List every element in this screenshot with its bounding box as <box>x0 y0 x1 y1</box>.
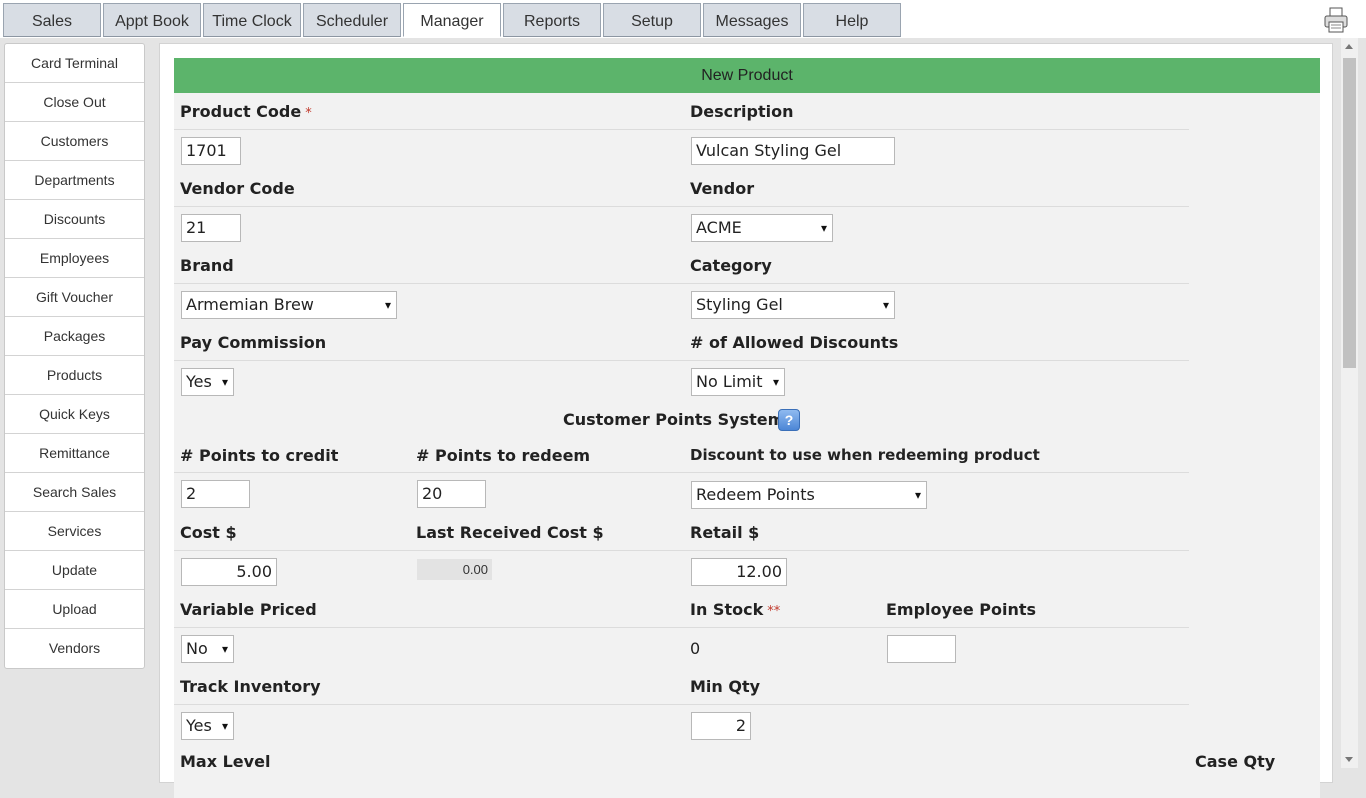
sidebar-item-close-out[interactable]: Close Out <box>5 83 144 122</box>
new-product-form: New Product Product Code * Description 17… <box>174 58 1320 798</box>
min-qty-input[interactable]: 2 <box>691 712 751 740</box>
vendor-select[interactable]: ACME <box>691 214 833 242</box>
max-level-label: Max Level <box>180 752 271 771</box>
last-received-cost-value: 0.00 <box>417 559 492 580</box>
points-section-title: Customer Points System <box>563 410 785 429</box>
allowed-discounts-select[interactable]: No Limit <box>691 368 785 396</box>
track-inventory-label: Track Inventory <box>180 677 321 696</box>
vendor-code-label: Vendor Code <box>180 179 295 198</box>
category-select[interactable]: Styling Gel <box>691 291 895 319</box>
sidebar-item-packages[interactable]: Packages <box>5 317 144 356</box>
scroll-up-icon[interactable] <box>1345 44 1353 49</box>
category-label: Category <box>690 256 772 275</box>
in-stock-label: In Stock ** <box>690 600 781 619</box>
sidebar-item-services[interactable]: Services <box>5 512 144 551</box>
product-code-input[interactable]: 1701 <box>181 137 241 165</box>
vendor-select-value: ACME <box>696 218 742 237</box>
cost-label: Cost $ <box>180 523 237 542</box>
last-received-cost-label: Last Received Cost $ <box>416 523 604 542</box>
track-inventory-select-value: Yes <box>186 716 212 735</box>
sidebar-item-discounts[interactable]: Discounts <box>5 200 144 239</box>
tab-setup[interactable]: Setup <box>603 3 701 37</box>
points-redeem-label: # Points to redeem <box>416 446 591 465</box>
in-stock-value: 0 <box>690 639 701 658</box>
employee-points-label: Employee Points <box>886 600 1036 619</box>
divider <box>174 472 1189 473</box>
sidebar-item-upload[interactable]: Upload <box>5 590 144 629</box>
tab-reports[interactable]: Reports <box>503 3 601 37</box>
sidebar-item-customers[interactable]: Customers <box>5 122 144 161</box>
scroll-down-icon[interactable] <box>1345 757 1353 762</box>
brand-select-value: Armemian Brew <box>186 295 314 314</box>
help-icon[interactable]: ? <box>778 409 800 431</box>
top-nav-bar: Sales Appt Book Time Clock Scheduler Man… <box>0 0 1366 38</box>
sidebar-item-products[interactable]: Products <box>5 356 144 395</box>
divider <box>174 704 1189 705</box>
allowed-discounts-select-value: No Limit <box>696 372 763 391</box>
tab-scheduler[interactable]: Scheduler <box>303 3 401 37</box>
scroll-thumb[interactable] <box>1343 58 1356 368</box>
pay-commission-select-value: Yes <box>186 372 212 391</box>
points-redeem-input[interactable]: 20 <box>417 480 486 508</box>
product-code-label: Product Code * <box>180 102 312 121</box>
sidebar-item-departments[interactable]: Departments <box>5 161 144 200</box>
redeem-discount-select-value: Redeem Points <box>696 485 815 504</box>
min-qty-label: Min Qty <box>690 677 761 696</box>
vendor-label: Vendor <box>690 179 755 198</box>
redeem-discount-select[interactable]: Redeem Points <box>691 481 927 509</box>
tab-appt-book[interactable]: Appt Book <box>103 3 201 37</box>
divider <box>174 283 1189 284</box>
variable-priced-select[interactable]: No <box>181 635 234 663</box>
redeem-discount-label: Discount to use when redeeming product <box>690 446 1040 464</box>
brand-select[interactable]: Armemian Brew <box>181 291 397 319</box>
description-label: Description <box>690 102 794 121</box>
printer-icon[interactable] <box>1322 6 1350 34</box>
divider <box>174 129 1189 130</box>
sidebar-item-gift-voucher[interactable]: Gift Voucher <box>5 278 144 317</box>
divider <box>174 360 1189 361</box>
variable-priced-label: Variable Priced <box>180 600 317 619</box>
tab-sales[interactable]: Sales <box>3 3 101 37</box>
divider <box>174 206 1189 207</box>
variable-priced-select-value: No <box>186 639 208 658</box>
points-credit-label: # Points to credit <box>180 446 339 465</box>
sidebar-item-card-terminal[interactable]: Card Terminal <box>5 44 144 83</box>
brand-label: Brand <box>180 256 234 275</box>
tab-manager[interactable]: Manager <box>403 3 501 37</box>
pay-commission-label: Pay Commission <box>180 333 327 352</box>
category-select-value: Styling Gel <box>696 295 783 314</box>
tab-messages[interactable]: Messages <box>703 3 801 37</box>
cost-input[interactable]: 5.00 <box>181 558 277 586</box>
sidebar-nav: Card Terminal Close Out Customers Depart… <box>4 43 145 669</box>
sidebar-item-search-sales[interactable]: Search Sales <box>5 473 144 512</box>
retail-input[interactable]: 12.00 <box>691 558 787 586</box>
retail-label: Retail $ <box>690 523 760 542</box>
sidebar-item-employees[interactable]: Employees <box>5 239 144 278</box>
sidebar-item-vendors[interactable]: Vendors <box>5 629 144 668</box>
sidebar-item-update[interactable]: Update <box>5 551 144 590</box>
pay-commission-select[interactable]: Yes <box>181 368 234 396</box>
points-credit-input[interactable]: 2 <box>181 480 250 508</box>
case-qty-label: Case Qty <box>1195 752 1276 771</box>
main-panel: New Product Product Code * Description 17… <box>159 43 1333 798</box>
sidebar-item-quick-keys[interactable]: Quick Keys <box>5 395 144 434</box>
sidebar-item-remittance[interactable]: Remittance <box>5 434 144 473</box>
tab-time-clock[interactable]: Time Clock <box>203 3 301 37</box>
vertical-scrollbar[interactable] <box>1341 38 1358 768</box>
tab-help[interactable]: Help <box>803 3 901 37</box>
track-inventory-select[interactable]: Yes <box>181 712 234 740</box>
description-input[interactable]: Vulcan Styling Gel <box>691 137 895 165</box>
divider <box>174 627 1189 628</box>
divider <box>174 550 1189 551</box>
employee-points-input[interactable] <box>887 635 956 663</box>
form-title: New Product <box>174 58 1320 93</box>
allowed-discounts-label: # of Allowed Discounts <box>690 333 899 352</box>
required-marker: ** <box>767 604 781 619</box>
vendor-code-input[interactable]: 21 <box>181 214 241 242</box>
required-marker: * <box>305 106 312 121</box>
